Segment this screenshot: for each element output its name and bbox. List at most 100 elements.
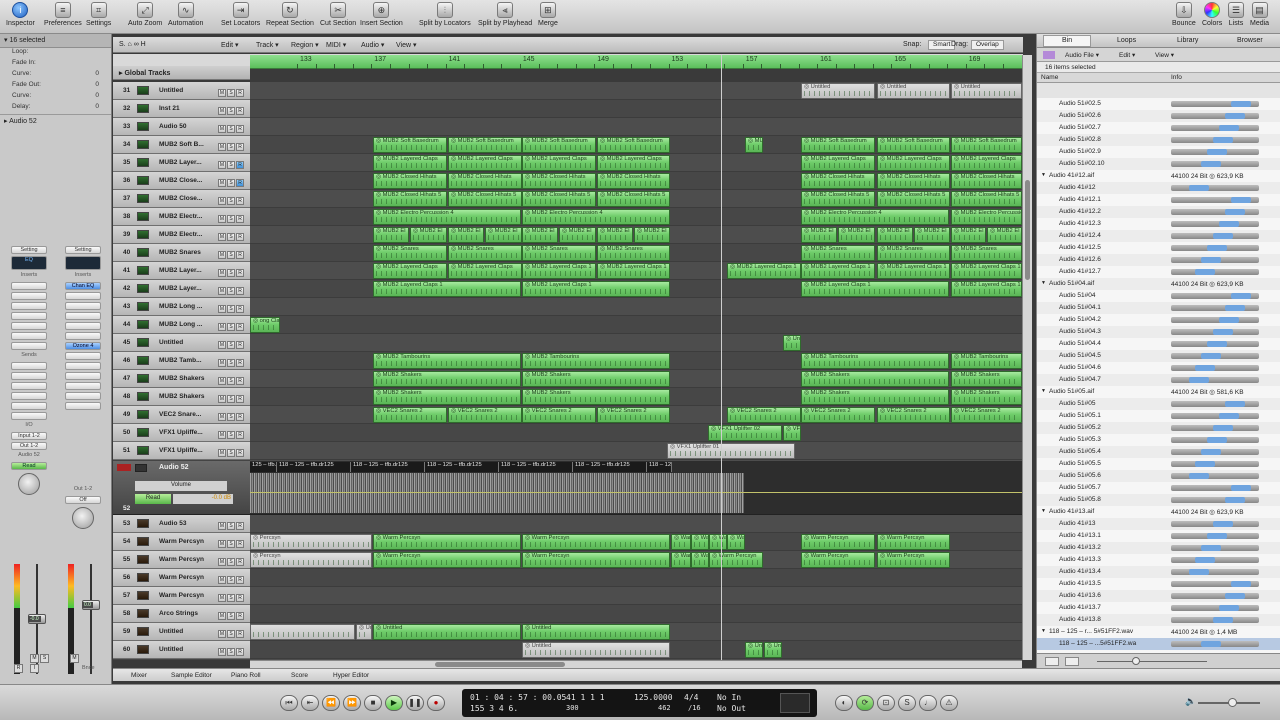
input-slot[interactable]: Input 1-2 <box>11 432 47 440</box>
track-header-54[interactable]: 54 Warm Percsyn M S R <box>113 533 250 551</box>
region-mub2-snares[interactable]: ◎ MUB2 Snares <box>951 245 1022 261</box>
region-row[interactable]: Audio 41#12.3 <box>1037 218 1280 230</box>
region-mub2-closed-hihats-5[interactable]: ◎ MUB2 Closed Hihats 5 <box>522 191 596 207</box>
mute-button[interactable]: M <box>218 179 226 187</box>
record-button[interactable]: R <box>236 125 244 133</box>
media-button[interactable]: ▤ Media <box>1250 2 1269 27</box>
audio-region[interactable]: 118 – 125 – tfb.dr125 <box>351 462 425 472</box>
track-header-53[interactable]: 53 Audio 53 M S R <box>113 515 250 533</box>
send-slot-5[interactable] <box>11 402 47 410</box>
track-header-44[interactable]: 44 MUB2 Long ... M S R <box>113 316 250 334</box>
lane-51[interactable] <box>250 442 1022 460</box>
region-row[interactable]: Audio 41#13.6 <box>1037 590 1280 602</box>
mute-button[interactable]: M <box>218 395 226 403</box>
region-row[interactable]: Audio 51#04.4 <box>1037 338 1280 350</box>
record-button[interactable]: R <box>236 377 244 385</box>
pan-knob[interactable] <box>18 473 40 495</box>
region-vec2-snares-2[interactable]: ◎ VEC2 Snares 2 <box>522 407 596 423</box>
track-name[interactable]: Warm Percsyn <box>159 556 204 563</box>
record-button[interactable]: R <box>236 395 244 403</box>
record-button[interactable]: R <box>236 431 244 439</box>
mute-button[interactable]: M <box>218 630 226 638</box>
region-row[interactable]: Audio 41#12.4 <box>1037 230 1280 242</box>
lane-32[interactable] <box>250 100 1022 118</box>
region-warm-percsyn[interactable]: ◎ Warm Percsyn <box>373 534 521 550</box>
mute-button[interactable]: M <box>218 648 226 656</box>
region-mub2-tambourins[interactable]: ◎ MUB2 Tambourins <box>951 353 1022 369</box>
disclosure-triangle[interactable]: ▼ <box>1041 172 1046 178</box>
region-warm-percsyn[interactable]: ◎ Warm Percsyn <box>709 552 763 568</box>
lane-58[interactable] <box>250 605 1022 623</box>
region-warm[interactable]: ◎ Warm <box>727 534 745 550</box>
region-mub2-snares[interactable]: ◎ MUB2 Snares <box>373 245 447 261</box>
region-row[interactable]: Audio 51#02.9 <box>1037 146 1280 158</box>
solo-button[interactable]: S <box>227 377 235 385</box>
region-mub2-soft-basedrum[interactable]: ◎ MUB2 Soft Basedrum <box>801 137 875 153</box>
inspector-track-section[interactable]: ▸ Audio 52 <box>0 114 111 127</box>
record-button[interactable]: R <box>236 341 244 349</box>
record-button[interactable]: R <box>236 143 244 151</box>
region-mub2-soft-basedrum[interactable]: ◎ MUB2 Soft Basedrum <box>877 137 950 153</box>
region-row[interactable]: Audio 41#12.2 <box>1037 206 1280 218</box>
lists-button[interactable]: ☰ Lists <box>1228 2 1244 27</box>
solo-button[interactable]: S <box>227 612 235 620</box>
track-name[interactable]: VFX1 Upliffe... <box>159 447 203 454</box>
audio-file-row[interactable]: ▼ Audio 51#05.aif 44100 24 Bit ◎ 581,6 KB <box>1037 386 1280 398</box>
track-name[interactable]: Warm Percsyn <box>159 574 204 581</box>
region-mub2-el[interactable]: ◎ MUB2 El <box>914 227 950 243</box>
mute-button[interactable]: M <box>218 89 226 97</box>
mute-button[interactable]: M <box>218 143 226 151</box>
region-mub2-el[interactable]: ◎ MUB2 El <box>877 227 913 243</box>
region-row[interactable]: Audio 51#05.5 <box>1037 458 1280 470</box>
region-row[interactable]: Audio 51#05.2 <box>1037 422 1280 434</box>
region-warm-percsyn[interactable]: ◎ Warm Percsyn <box>877 552 950 568</box>
browser-menu-edit[interactable]: Edit ▾ <box>1119 51 1135 59</box>
region-mub2-snares[interactable]: ◎ MUB2 Snares <box>597 245 670 261</box>
record-button[interactable]: R <box>236 107 244 115</box>
region-mub2-layered-claps[interactable]: ◎ MUB2 Layered Claps <box>373 155 447 171</box>
bar-ruler[interactable]: 133 137 141 145 149 153 157 161 165 169 <box>250 55 1023 69</box>
region-row[interactable]: Audio 51#02.5 <box>1037 98 1280 110</box>
region-row[interactable]: Audio 51#05.1 <box>1037 410 1280 422</box>
menu-audio[interactable]: Audio ▾ <box>361 41 384 49</box>
insert-slot-2-4[interactable] <box>65 312 101 320</box>
region-mub2-el[interactable]: ◎ MUB2 El <box>634 227 670 243</box>
mute-button[interactable]: M <box>218 323 226 331</box>
region-mub2-layered-claps[interactable]: ◎ MUB2 Layered Claps <box>597 155 670 171</box>
track-header-49[interactable]: 49 VEC2 Snare... M S R <box>113 406 250 424</box>
track-header-51[interactable]: 51 VFX1 Upliffe... M S R <box>113 442 250 460</box>
region-mub2-shakers[interactable]: ◎ MUB2 Shakers <box>373 389 521 405</box>
automation-button[interactable]: ∿ Automation <box>168 2 203 27</box>
region-mub2-closed-hihats[interactable]: ◎ MUB2 Closed Hihats <box>951 173 1022 189</box>
param-value[interactable]: 0 <box>95 70 99 77</box>
pan-knob-2[interactable] <box>72 507 94 529</box>
tab-score[interactable]: Score <box>291 672 308 679</box>
region-mub2-closed-hihats[interactable]: ◎ MUB2 Closed Hihats <box>877 173 950 189</box>
region-warm-percsyn[interactable]: ◎ Warm Percsyn <box>373 552 521 568</box>
region-mub2-layered-claps-1[interactable]: ◎ MUB2 Layered Claps 1 <box>522 263 596 279</box>
go-to-beginning-button[interactable]: ⏮ <box>280 695 298 711</box>
region-row[interactable]: Audio 51#02.8 <box>1037 134 1280 146</box>
record-button[interactable]: R <box>236 179 244 187</box>
region-mub2-el[interactable]: ◎ MUB2 El <box>373 227 409 243</box>
region-row[interactable]: Audio 41#12.7 <box>1037 266 1280 278</box>
region-mub2-layered-claps[interactable]: ◎ MUB2 Layered Claps <box>951 155 1022 171</box>
solo-button[interactable]: S <box>227 179 235 187</box>
track-header-33[interactable]: 33 Audio 50 M S R <box>113 118 250 136</box>
track-name[interactable]: Untitled <box>159 646 183 653</box>
column-info[interactable]: Info <box>1171 74 1182 81</box>
playhead[interactable] <box>721 55 722 660</box>
mute-button[interactable]: M <box>218 287 226 295</box>
mute-button[interactable]: M <box>218 431 226 439</box>
insert-slot-2-9[interactable] <box>65 362 101 370</box>
region-row[interactable]: Audio 41#12.1 <box>1037 194 1280 206</box>
track-name[interactable]: MUB2 Layer... <box>159 285 202 292</box>
insert-chan-eq[interactable]: Chan EQ <box>65 282 101 290</box>
insert-slot-1[interactable] <box>11 282 47 290</box>
insert-section-button[interactable]: ⊕ Insert Section <box>360 2 403 27</box>
drag-mode-dropdown[interactable]: Overlap <box>971 40 1004 50</box>
region-mub2-shakers[interactable]: ◎ MUB2 Shakers <box>522 389 670 405</box>
region-mub2-snares[interactable]: ◎ MUB2 Snares <box>448 245 522 261</box>
region-mub2-soft-basedrum[interactable]: ◎ MUB2 Soft Basedrum <box>597 137 670 153</box>
track-header-41[interactable]: 41 MUB2 Layer... M S R <box>113 262 250 280</box>
